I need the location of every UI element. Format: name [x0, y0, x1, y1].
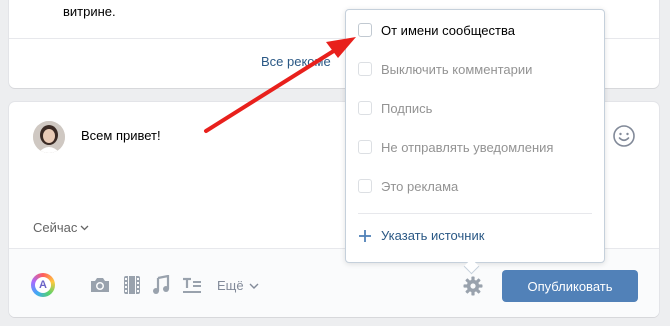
chevron-down-icon [249, 283, 259, 289]
article-icon[interactable] [181, 274, 203, 296]
publish-time-label: Сейчас [33, 220, 78, 235]
plus-icon [359, 229, 371, 242]
option-from-community[interactable]: От имени сообщества [358, 20, 515, 40]
emoji-icon[interactable] [612, 124, 636, 148]
camera-icon[interactable] [89, 274, 111, 296]
option-label: Выключить комментарии [381, 61, 533, 77]
option-label: Не отправлять уведомления [381, 139, 554, 155]
checkbox[interactable] [358, 179, 372, 193]
previous-card-text: витрине. [63, 4, 116, 19]
checkbox[interactable] [358, 101, 372, 115]
option-no-notifications[interactable]: Не отправлять уведомления [358, 137, 553, 157]
checkbox[interactable] [358, 140, 372, 154]
publish-button[interactable]: Опубликовать [502, 270, 638, 302]
option-signature[interactable]: Подпись [358, 98, 432, 118]
all-recommendations-link[interactable]: Все рекоме [261, 54, 331, 69]
more-attachments-button[interactable]: Ещё [217, 278, 259, 293]
option-label: Это реклама [381, 178, 459, 194]
music-icon[interactable] [150, 274, 172, 296]
more-label: Ещё [217, 278, 244, 293]
gear-icon[interactable] [463, 276, 483, 296]
aliexpress-app-icon[interactable]: A [31, 273, 55, 297]
add-source-label: Указать источник [381, 228, 485, 243]
divider [358, 213, 592, 214]
avatar [33, 121, 65, 153]
option-disable-comments[interactable]: Выключить комментарии [358, 59, 532, 79]
add-source-link[interactable]: Указать источник [358, 228, 484, 243]
option-label: От имени сообщества [381, 22, 515, 38]
option-label: Подпись [381, 100, 433, 116]
checkbox[interactable] [358, 62, 372, 76]
post-settings-menu: От имени сообщества Выключить комментари… [345, 9, 605, 275]
app-icon-letter: A [35, 277, 51, 293]
checkbox[interactable] [358, 23, 372, 37]
option-advertisement[interactable]: Это реклама [358, 176, 458, 196]
publish-time-select[interactable]: Сейчас [33, 220, 89, 235]
chevron-down-icon [80, 225, 89, 230]
post-text-input[interactable]: Всем привет! [81, 128, 161, 143]
video-icon[interactable] [121, 274, 143, 296]
